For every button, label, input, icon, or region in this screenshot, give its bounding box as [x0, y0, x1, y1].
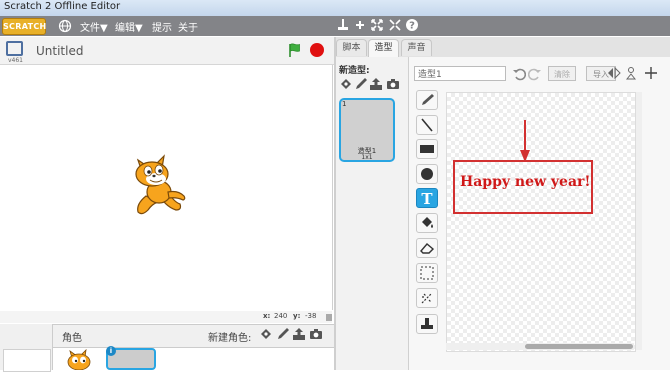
fill-tool[interactable] — [416, 213, 438, 233]
help-icon[interactable]: ? — [405, 18, 419, 32]
tab-sounds[interactable]: 声音 — [401, 39, 432, 56]
sprite-info-icon[interactable]: i — [106, 346, 116, 356]
menu-edit[interactable]: 编辑▼ — [115, 19, 143, 34]
globe-icon[interactable] — [58, 19, 72, 33]
upload-sprite-icon[interactable] — [292, 327, 306, 341]
tab-costumes[interactable]: 造型 — [368, 39, 399, 58]
costume-library-icon[interactable] — [339, 77, 353, 91]
menu-file[interactable]: 文件▼ — [80, 19, 108, 34]
menu-about[interactable]: 关于 — [178, 19, 198, 34]
paint-costume-icon[interactable] — [354, 77, 368, 91]
stop-icon[interactable] — [310, 43, 324, 57]
ellipse-tool[interactable] — [416, 164, 438, 184]
cat-sprite[interactable] — [128, 152, 190, 222]
x-value: 240 — [274, 312, 288, 320]
duplicate-tool[interactable] — [416, 288, 438, 308]
flip-horizontal-icon[interactable] — [607, 66, 621, 80]
red-arrow — [518, 120, 532, 162]
eraser-tool[interactable] — [416, 238, 438, 258]
clear-button[interactable]: 清除 — [548, 66, 576, 81]
menu-tips[interactable]: 提示 — [152, 19, 172, 34]
x-label: x: — [263, 312, 271, 320]
sprites-label: 角色 — [62, 333, 82, 344]
new-sprite-label: 新建角色: — [208, 333, 252, 344]
redo-icon[interactable] — [527, 67, 542, 81]
stamp-tool[interactable] — [416, 314, 438, 334]
new-costume-label: 新造型: — [339, 66, 370, 76]
text-tool[interactable]: T — [416, 188, 438, 208]
costume-size: 1x1 — [361, 154, 373, 161]
costume-index: 1 — [342, 100, 347, 108]
horizontal-scroll-thumb[interactable] — [525, 344, 633, 349]
line-tool[interactable] — [416, 115, 438, 135]
svg-text:?: ? — [409, 21, 415, 32]
paint-canvas[interactable] — [446, 92, 636, 352]
version-label: v461 — [8, 57, 24, 64]
costume-name-input[interactable] — [414, 66, 506, 81]
flip-vertical-icon[interactable] — [624, 66, 638, 80]
brush-tool[interactable] — [416, 90, 438, 110]
y-label: y: — [293, 312, 301, 320]
upload-costume-icon[interactable] — [369, 77, 383, 91]
undo-icon[interactable] — [512, 67, 527, 81]
sprite-thumbnail[interactable] — [62, 348, 100, 371]
window-title: Scratch 2 Offline Editor — [4, 1, 121, 12]
duplicate-tool-icon[interactable] — [336, 18, 350, 32]
camera-sprite-icon[interactable] — [309, 327, 323, 341]
fullscreen-icon[interactable] — [6, 41, 23, 56]
svg-text:T: T — [421, 190, 433, 207]
rectangle-tool[interactable] — [416, 139, 438, 159]
project-title[interactable]: Untitled — [36, 44, 83, 58]
select-tool[interactable] — [416, 263, 438, 283]
cut-tool-icon[interactable] — [353, 18, 367, 32]
scratch-logo[interactable]: SCRATCH — [2, 18, 46, 35]
greeting-text[interactable]: Happy new year! — [460, 174, 591, 190]
shrink-tool-icon[interactable] — [388, 18, 402, 32]
vertical-scrollbar[interactable] — [636, 92, 642, 350]
sprite-library-icon[interactable] — [259, 327, 273, 341]
stage-thumbnail[interactable] — [3, 349, 51, 372]
split-handle[interactable] — [326, 314, 332, 321]
tab-scripts[interactable]: 脚本 — [336, 39, 367, 56]
y-value: -38 — [305, 312, 317, 320]
grow-tool-icon[interactable] — [370, 18, 384, 32]
green-flag-icon[interactable] — [287, 42, 303, 58]
camera-costume-icon[interactable] — [386, 77, 400, 91]
paint-sprite-icon[interactable] — [276, 327, 290, 341]
set-center-icon[interactable] — [644, 66, 658, 80]
